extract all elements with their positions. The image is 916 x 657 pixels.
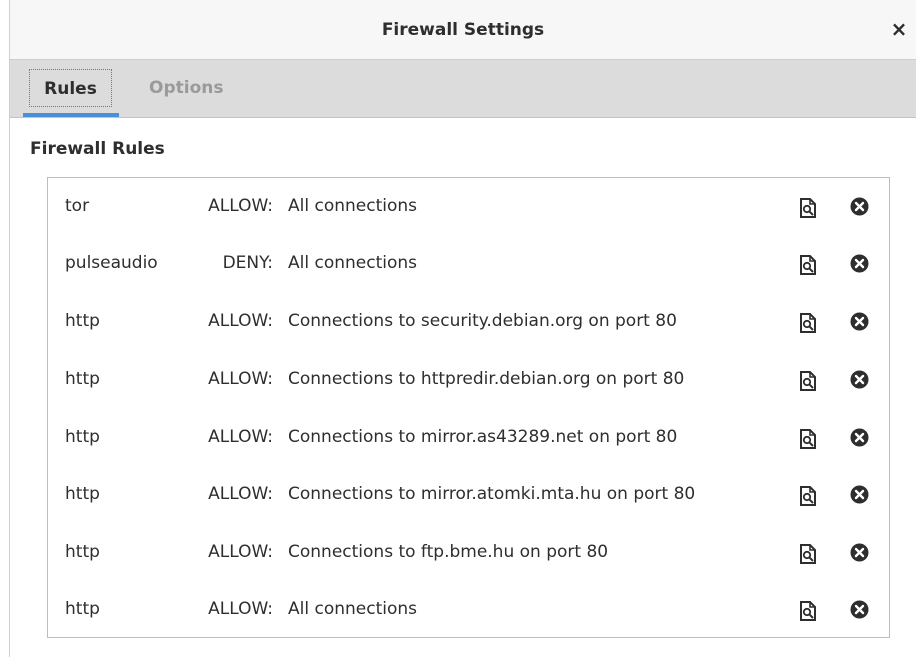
title-bar: Firewall Settings × [10, 0, 916, 60]
rule-row: pulseaudio DENY: All connections [48, 235, 889, 292]
rule-app-name: http [65, 599, 100, 619]
rule-action: ALLOW: [208, 369, 273, 389]
rule-row: http ALLOW: Connections to mirror.as4328… [48, 409, 889, 466]
delete-circle-icon[interactable] [850, 543, 869, 562]
rule-description: Connections to security.debian.org on po… [288, 311, 677, 331]
document-edit-icon[interactable] [799, 198, 817, 218]
rule-app-name: tor [65, 196, 90, 216]
document-edit-icon[interactable] [799, 313, 817, 333]
section-title: Firewall Rules [30, 139, 165, 159]
rule-action: ALLOW: [208, 427, 273, 447]
rule-description: Connections to mirror.as43289.net on por… [288, 427, 678, 447]
rule-description: Connections to mirror.atomki.mta.hu on p… [288, 484, 696, 504]
window-title: Firewall Settings [381, 20, 545, 40]
rule-description: Connections to httpredir.debian.org on p… [288, 369, 685, 389]
tab-options[interactable]: Options [137, 69, 235, 107]
rule-row: http ALLOW: All connections [48, 581, 889, 638]
rules-list: tor ALLOW: All connections pulseaudio DE… [47, 177, 890, 638]
rule-app-name: http [65, 427, 100, 447]
rule-app-name: http [65, 484, 100, 504]
delete-circle-icon[interactable] [850, 485, 869, 504]
document-edit-icon[interactable] [799, 486, 817, 506]
rule-row: http ALLOW: Connections to security.debi… [48, 293, 889, 350]
rule-action: ALLOW: [208, 542, 273, 562]
document-edit-icon[interactable] [799, 371, 817, 391]
firewall-settings-window: Firewall Settings × Rules Options Firewa… [9, 0, 916, 657]
rule-description: All connections [288, 196, 418, 216]
rule-action: ALLOW: [208, 311, 273, 331]
document-edit-icon[interactable] [799, 601, 817, 621]
delete-circle-icon[interactable] [850, 254, 869, 273]
document-edit-icon[interactable] [799, 429, 817, 449]
active-tab-indicator [23, 113, 119, 117]
rule-description: All connections [288, 253, 418, 273]
tab-bar: Rules Options [10, 60, 916, 118]
document-edit-icon[interactable] [799, 544, 817, 564]
rule-action: ALLOW: [208, 484, 273, 504]
rule-app-name: pulseaudio [65, 253, 158, 273]
rule-app-name: http [65, 311, 100, 331]
delete-circle-icon[interactable] [850, 600, 869, 619]
delete-circle-icon[interactable] [850, 370, 869, 389]
close-button[interactable]: × [888, 17, 910, 41]
rule-action: DENY: [222, 253, 273, 273]
rule-row: tor ALLOW: All connections [48, 178, 889, 235]
delete-circle-icon[interactable] [850, 312, 869, 331]
rule-description: All connections [288, 599, 418, 619]
tab-rules[interactable]: Rules [29, 69, 112, 107]
rule-app-name: http [65, 542, 100, 562]
rule-description: Connections to ftp.bme.hu on port 80 [288, 542, 609, 562]
rule-action: ALLOW: [208, 196, 273, 216]
rule-row: http ALLOW: Connections to ftp.bme.hu on… [48, 524, 889, 581]
delete-circle-icon[interactable] [850, 428, 869, 447]
delete-circle-icon[interactable] [850, 197, 869, 216]
rule-row: http ALLOW: Connections to httpredir.deb… [48, 351, 889, 408]
rule-action: ALLOW: [208, 599, 273, 619]
rule-app-name: http [65, 369, 100, 389]
rule-row: http ALLOW: Connections to mirror.atomki… [48, 466, 889, 523]
document-edit-icon[interactable] [799, 255, 817, 275]
